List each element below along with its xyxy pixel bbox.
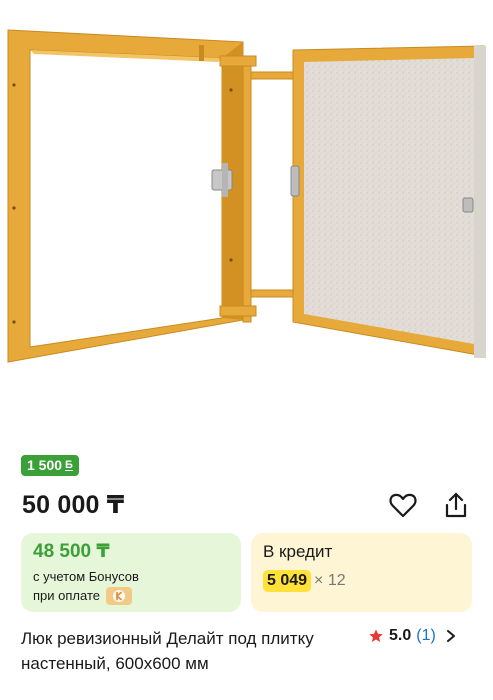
- rating-score: 5.0: [389, 627, 412, 644]
- frame-left: [7, 29, 244, 363]
- credit-label: В кредит: [263, 542, 333, 561]
- product-photo: [7, 29, 486, 363]
- favorite-button[interactable]: [388, 490, 418, 520]
- bonus-badge: 1 500 Б: [21, 455, 79, 476]
- bonus-price-card[interactable]: 48 500 ₸ с учетом Бонусов при оплате: [21, 533, 241, 612]
- bonus-payment-caption: при оплате: [33, 588, 100, 603]
- share-button[interactable]: [441, 490, 471, 520]
- bonus-price-caption: с учетом Бонусов: [33, 569, 139, 584]
- product-price: 50 000 ₸: [22, 491, 125, 519]
- kaspi-pay-icon: [105, 586, 132, 605]
- product-image[interactable]: [0, 0, 493, 420]
- credit-term: × 12: [314, 572, 346, 589]
- heart-icon: [389, 493, 417, 518]
- bonus-icon: Б: [65, 459, 73, 471]
- reviews-count[interactable]: (1): [416, 627, 436, 645]
- chevron-right-icon: [446, 630, 455, 642]
- bonus-price-value: 48 500 ₸: [33, 541, 110, 562]
- credit-monthly-amount: 5 049: [263, 570, 312, 592]
- product-title: Люк ревизионный Делайт под плитку настен…: [21, 629, 314, 673]
- share-icon: [445, 492, 467, 518]
- bonus-badge-value: 1 500: [27, 457, 63, 473]
- star-icon: [369, 629, 383, 642]
- credit-card[interactable]: В кредит 5 049 × 12: [251, 533, 472, 612]
- rating-link[interactable]: 5.0 (1): [368, 626, 457, 646]
